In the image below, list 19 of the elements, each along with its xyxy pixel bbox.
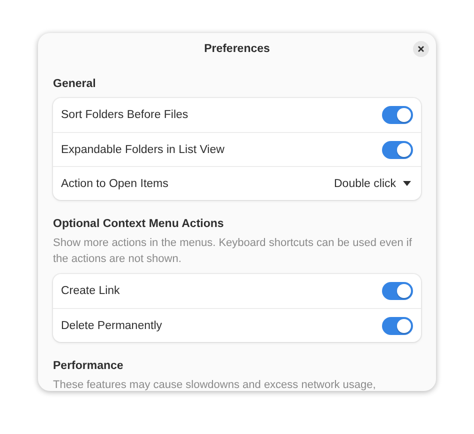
toggle-switch[interactable] xyxy=(382,316,413,334)
caret-icon xyxy=(403,181,411,186)
section-heading: General xyxy=(53,77,97,91)
close-button[interactable] xyxy=(413,41,429,57)
toggle-switch[interactable] xyxy=(382,106,413,124)
setting-label: Delete Permanently xyxy=(61,320,162,332)
section-description: Show more actions in the menus. Keyboard shortcuts can be used even if the actions are not shown. xyxy=(53,236,413,267)
window-title: Preferences xyxy=(204,42,270,54)
section-description: These features may cause slowdowns and excess network usage, xyxy=(53,378,377,391)
section-heading: Optional Context Menu Actions xyxy=(53,217,225,231)
setting-label: Expandable Folders in List View xyxy=(61,144,224,156)
setting-label: Create Link xyxy=(61,285,120,297)
close-icon xyxy=(418,46,424,52)
toggle-switch[interactable] xyxy=(382,140,413,158)
dropdown-button[interactable]: Double click xyxy=(334,178,413,190)
setting-label: Sort Folders Before Files xyxy=(61,109,188,121)
section-heading: Performance xyxy=(53,359,124,373)
setting-label: Action to Open Items xyxy=(61,178,168,190)
toggle-switch[interactable] xyxy=(382,282,413,300)
